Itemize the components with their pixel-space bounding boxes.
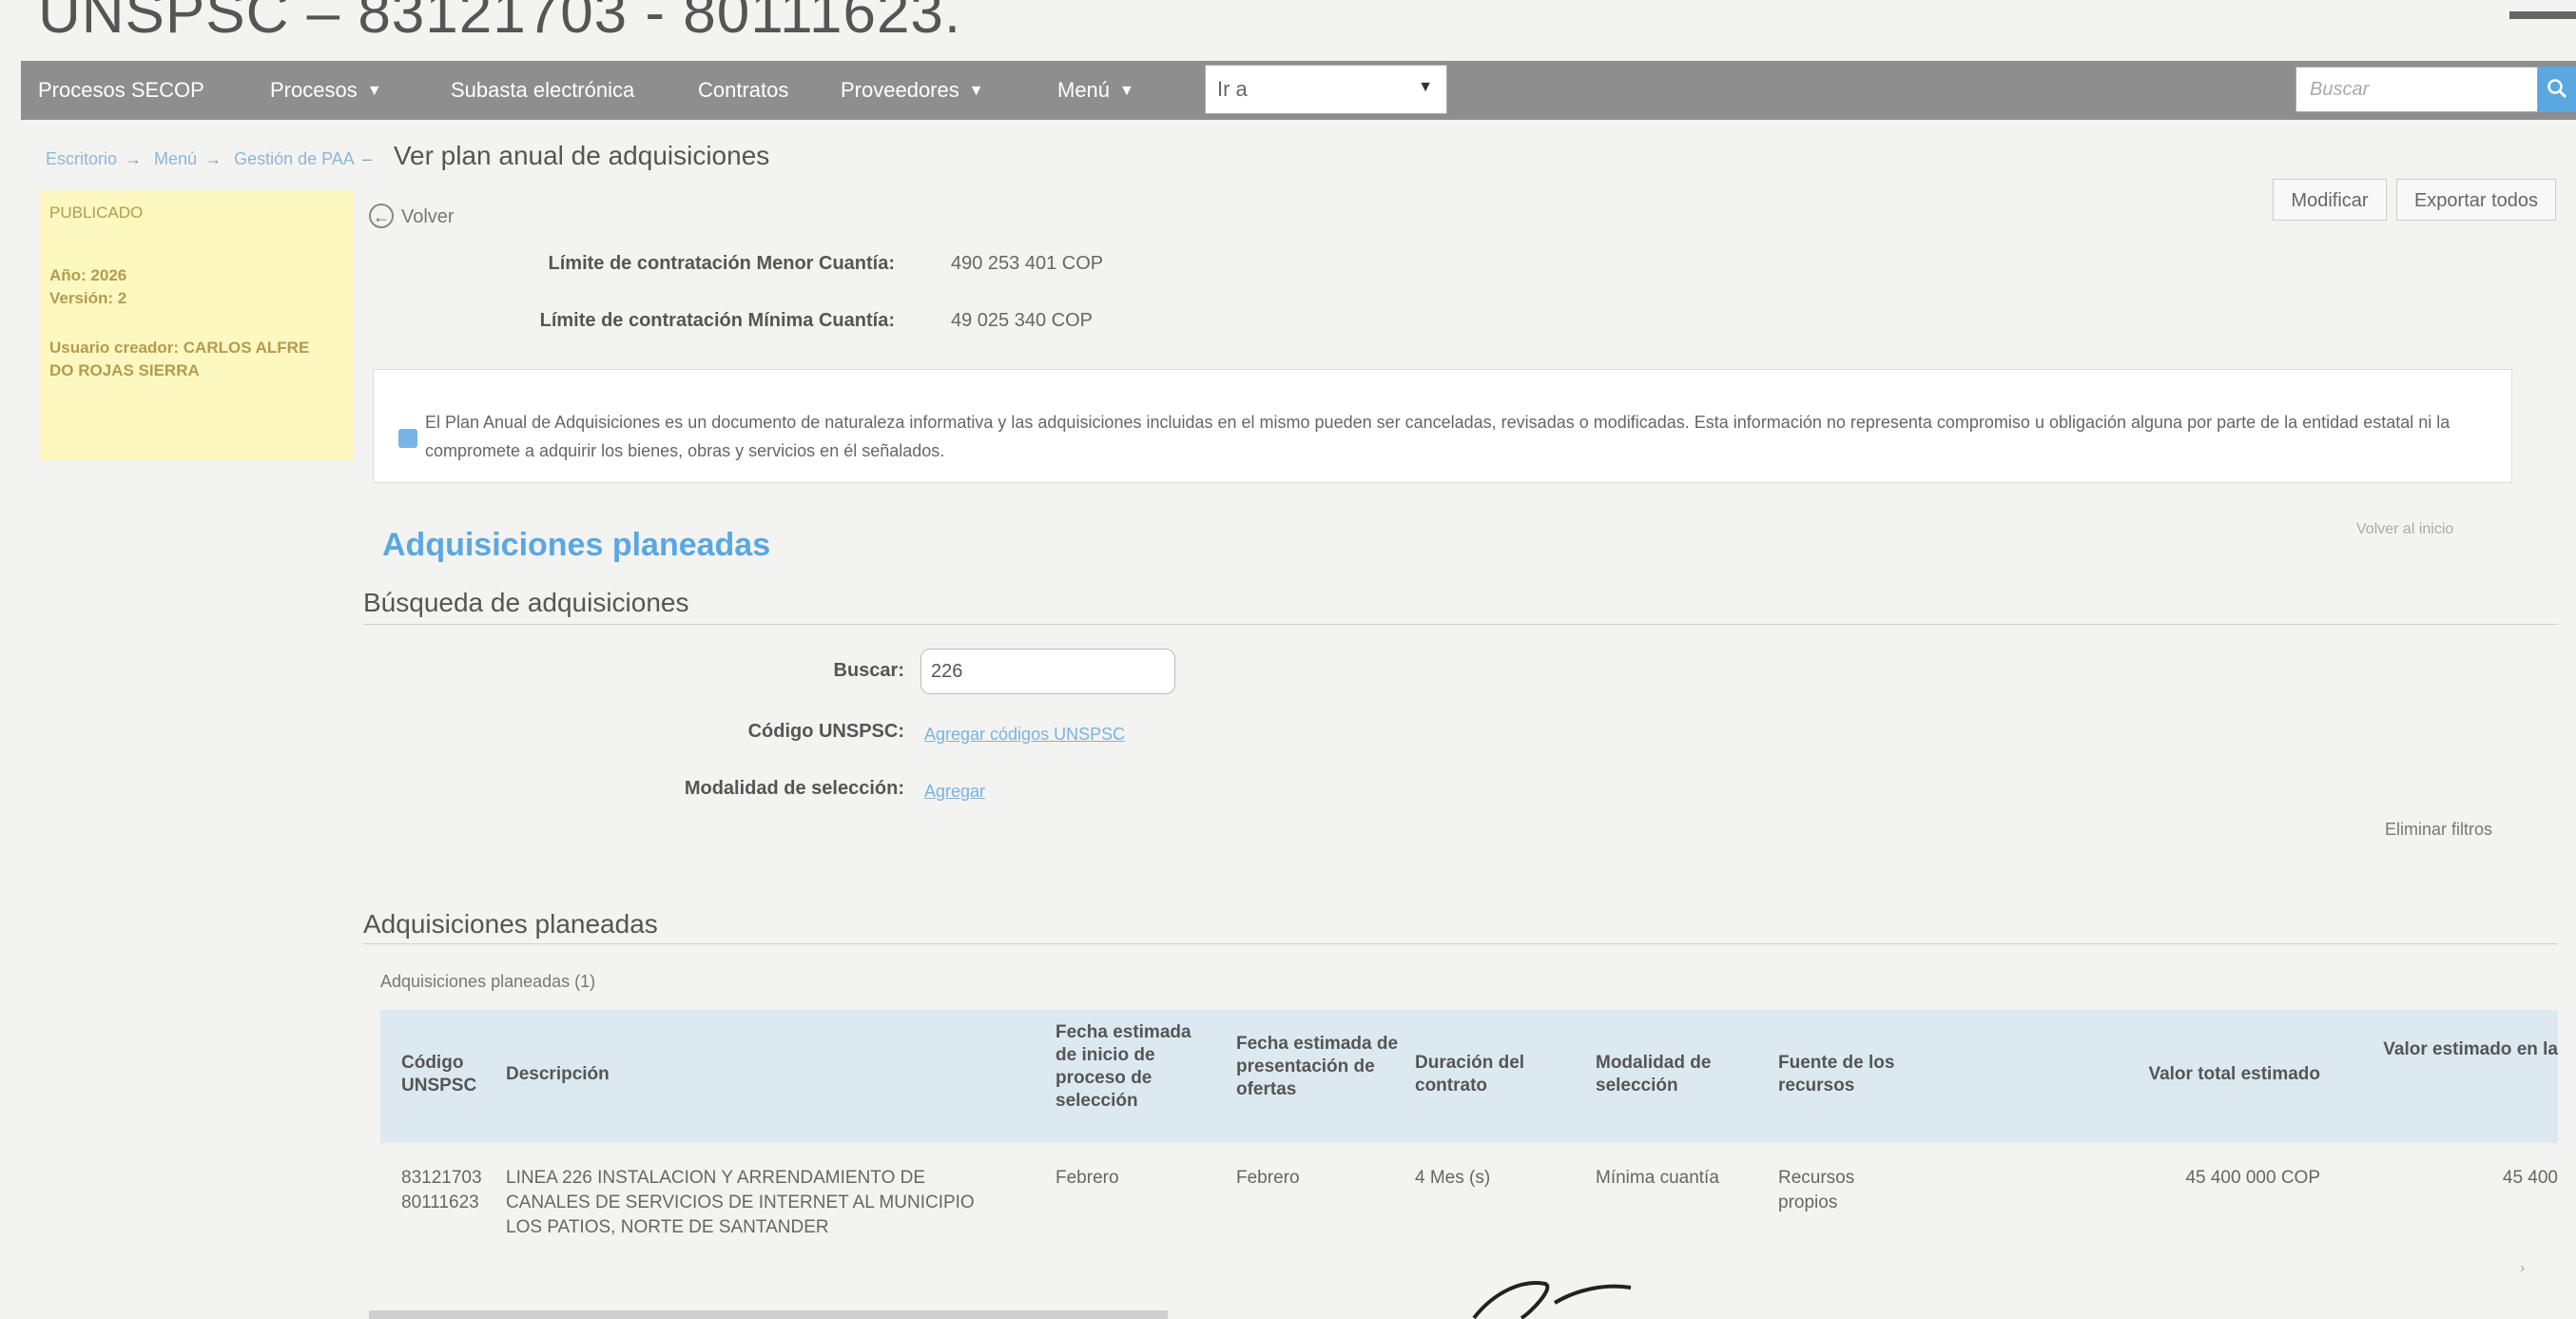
horizontal-scrollbar[interactable] [369, 1310, 1168, 1319]
search-button[interactable] [2538, 67, 2576, 112]
info-icon [398, 429, 417, 448]
column-header[interactable]: Valor estimado en la [2339, 1038, 2558, 1061]
info-text: El Plan Anual de Adquisiciones es un doc… [425, 413, 2450, 460]
nav-item-procesos[interactable]: Procesos ▼ [270, 61, 382, 120]
slide-title: UNSPSC – 83121703 - 80111623. [38, 0, 962, 46]
row-start-month: Febrero [1056, 1168, 1119, 1188]
table-header: Código UNSPSC Descripción Fecha estimada… [380, 1010, 2558, 1143]
limit-menor-label: Límite de contratación Menor Cuantía: [548, 253, 895, 274]
modify-button[interactable]: Modificar [2273, 179, 2387, 221]
nav-item-subasta[interactable]: Subasta electrónica [451, 61, 634, 120]
search-icon [2547, 79, 2567, 99]
column-header[interactable]: Modalidad de selección [1596, 1052, 1748, 1097]
goto-select[interactable]: Ir a ▼ [1205, 65, 1447, 114]
limit-menor-value: 490 253 401 COP [951, 253, 1104, 274]
column-header[interactable]: Fecha estimada de presentación de oferta… [1236, 1033, 1407, 1101]
version-label: Versión: 2 [49, 289, 127, 307]
export-all-button[interactable]: Exportar todos [2396, 179, 2556, 221]
year-label: Año: 2026 [49, 266, 127, 284]
search-section-heading: Búsqueda de adquisiciones [363, 588, 689, 617]
search-label: Buscar: [833, 660, 904, 681]
list-count: Adquisiciones planeadas (1) [380, 972, 596, 991]
caret-down-icon: ▼ [1119, 83, 1134, 100]
nav-item-menu[interactable]: Menú ▼ [1057, 61, 1134, 120]
nav-item-contratos[interactable]: Contratos [698, 61, 788, 120]
breadcrumb: Escritorio → Menú → Gestión de PAA – Ver pl… [46, 141, 770, 170]
status-label: PUBLICADO [49, 204, 144, 222]
breadcrumb-link-gestion-paa[interactable]: Gestión de PAA [234, 149, 355, 168]
nav-item-proveedores[interactable]: Proveedores ▼ [841, 61, 984, 120]
column-header[interactable]: Fecha estimada de inicio de proceso de s… [1056, 1021, 1217, 1113]
row-total-value: 45 400 000 COP [2185, 1168, 2320, 1188]
scroll-right-icon[interactable]: › [2520, 1260, 2525, 1277]
limit-minima-label: Límite de contratación Mínima Cuantía: [539, 310, 895, 331]
row-offers-month: Febrero [1236, 1168, 1300, 1188]
row-description: LINEA 226 INSTALACION Y ARRENDAMIENTO DE… [506, 1168, 975, 1237]
nav-search-input[interactable]: Buscar [2295, 67, 2538, 112]
list-heading: Adquisiciones planeadas [363, 909, 658, 939]
add-modality-link[interactable]: Agregar [924, 782, 985, 802]
row-duration: 4 Mes (s) [1415, 1168, 1491, 1188]
creator-label-cont: DO ROJAS SIERRA [49, 361, 200, 379]
column-header[interactable]: Valor total estimado [2073, 1063, 2320, 1086]
add-unspsc-link[interactable]: Agregar códigos UNSPSC [924, 725, 1125, 745]
search-input[interactable]: 226 [920, 649, 1175, 694]
row-modality: Mínima cuantía [1596, 1168, 1719, 1188]
column-header[interactable]: Fuente de los recursos [1778, 1052, 1930, 1097]
page-title: Ver plan anual de adquisiciones [393, 141, 770, 170]
section-title: Adquisiciones planeadas [382, 527, 771, 563]
top-navbar: Procesos SECOP Procesos ▼ Subasta electró… [21, 61, 2576, 120]
back-to-top-link[interactable]: Volver al inicio [2356, 521, 2453, 538]
unspsc-label: Código UNSPSC: [747, 721, 904, 742]
clear-filters-button[interactable]: Eliminar filtros [2385, 820, 2492, 840]
divider [363, 624, 2558, 625]
slide-dash-decoration [2509, 11, 2576, 19]
back-link[interactable]: ← Volver [369, 204, 455, 228]
column-header[interactable]: Descripción [506, 1063, 791, 1086]
breadcrumb-link-escritorio[interactable]: Escritorio [46, 149, 117, 168]
table-row[interactable]: 83121703 80111623 LINEA 226 INSTALACION … [380, 1166, 2558, 1261]
caret-down-icon: ▼ [366, 83, 382, 100]
breadcrumb-link-menu[interactable]: Menú [154, 149, 197, 168]
nav-item-procesos-secop[interactable]: Procesos SECOP [38, 61, 204, 120]
column-header[interactable]: Código UNSPSC [401, 1052, 496, 1097]
row-source: Recursos propios [1778, 1168, 1855, 1212]
row-current-value: 45 400 [2502, 1168, 2558, 1188]
creator-label: Usuario creador: CARLOS ALFRE [49, 339, 310, 357]
divider [363, 943, 2558, 944]
modality-label: Modalidad de selección: [684, 778, 904, 799]
back-arrow-icon: ← [369, 204, 394, 228]
info-notice: El Plan Anual de Adquisiciones es un doc… [373, 369, 2512, 483]
limit-minima-value: 49 025 340 COP [951, 310, 1093, 331]
status-panel: PUBLICADO Año: 2026 Versión: 2 Usuario c… [40, 190, 354, 460]
handwritten-signature-mark [1472, 1281, 1632, 1319]
column-header[interactable]: Duración del contrato [1415, 1052, 1567, 1097]
chevron-down-icon: ▼ [1418, 79, 1433, 95]
caret-down-icon: ▼ [968, 83, 984, 100]
row-unspsc-codes: 83121703 80111623 [401, 1168, 482, 1212]
